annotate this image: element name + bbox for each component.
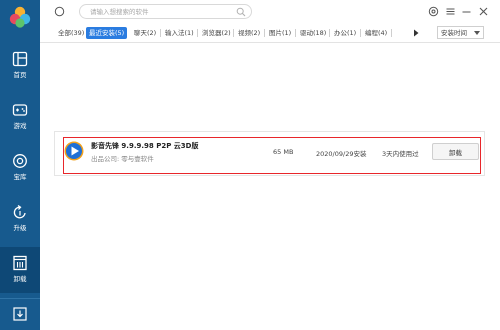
uninstall-button[interactable]: 卸载	[432, 143, 479, 160]
usage-status: 3天内使用过	[382, 150, 419, 158]
tab-all[interactable]: 全部(39)	[58, 27, 84, 39]
refresh-icon[interactable]	[54, 6, 65, 17]
search-input[interactable]	[90, 7, 230, 17]
tab-programming[interactable]: 编程(4)	[365, 27, 387, 39]
tab-input[interactable]: 输入法(1)	[165, 27, 194, 39]
uninstall-icon	[13, 255, 27, 271]
tab-divider	[391, 29, 392, 37]
media-player-app-icon	[64, 141, 84, 161]
download-icon	[13, 307, 27, 321]
chevron-down-icon	[474, 31, 480, 35]
upgrade-icon	[13, 204, 26, 219]
sidebar-item-label: 游戏	[13, 122, 27, 130]
tab-divider	[160, 29, 161, 37]
tab-office[interactable]: 办公(1)	[334, 27, 356, 39]
app-list: 影音先锋 9.9.9.98 P2P 云3D版 出品公司: 零与壹软件 65 MB…	[40, 44, 500, 330]
treasure-icon	[13, 154, 27, 168]
app-name: 影音先锋 9.9.9.98 P2P 云3D版	[91, 142, 199, 150]
sidebar: 首页 游戏 宝库 升级 卸载	[0, 0, 40, 330]
tab-divider	[264, 29, 265, 37]
tab-divider	[360, 29, 361, 37]
app-company: 出品公司: 零与壹软件	[91, 155, 154, 163]
install-date: 2020/09/29安装	[316, 150, 367, 158]
tab-browser[interactable]: 浏览器(2)	[202, 27, 231, 39]
sidebar-item-label: 卸载	[13, 275, 27, 283]
sort-dropdown[interactable]: 安装时间	[437, 26, 484, 39]
tab-chat[interactable]: 聊天(2)	[134, 27, 156, 39]
sidebar-item-label: 宝库	[13, 173, 27, 181]
search-box	[79, 4, 252, 19]
search-icon[interactable]	[236, 7, 246, 17]
sidebar-item-upgrade[interactable]: 升级	[0, 196, 40, 242]
close-icon[interactable]	[478, 6, 489, 17]
sidebar-item-treasure[interactable]: 宝库	[0, 145, 40, 191]
tab-driver[interactable]: 驱动(18)	[300, 27, 326, 39]
gamepad-icon	[12, 104, 28, 116]
sidebar-item-label: 首页	[13, 71, 27, 79]
sidebar-item-home[interactable]: 首页	[0, 43, 40, 89]
download-button[interactable]	[0, 298, 40, 330]
menu-icon[interactable]	[445, 6, 456, 17]
tab-recent[interactable]: 最近安装(5)	[86, 27, 128, 39]
sidebar-item-games[interactable]: 游戏	[0, 94, 40, 140]
top-bar	[40, 0, 500, 24]
chevron-right-icon[interactable]	[412, 28, 420, 38]
sidebar-item-uninstall[interactable]: 卸载	[0, 247, 40, 293]
tab-divider	[295, 29, 296, 37]
tab-image[interactable]: 图片(1)	[269, 27, 291, 39]
app-logo	[9, 6, 31, 28]
category-tabs: 全部(39) 最近安装(5) 聊天(2) 输入法(1) 浏览器(2) 视频(2)…	[40, 24, 500, 43]
tab-divider	[233, 29, 234, 37]
tab-divider	[329, 29, 330, 37]
home-icon	[12, 51, 28, 67]
tab-video[interactable]: 视频(2)	[238, 27, 260, 39]
tab-divider	[197, 29, 198, 37]
minimize-icon[interactable]	[461, 6, 472, 17]
sidebar-item-label: 升级	[13, 224, 27, 232]
sort-label: 安装时间	[441, 29, 467, 37]
settings-icon[interactable]	[428, 6, 439, 17]
app-size: 65 MB	[273, 148, 294, 156]
